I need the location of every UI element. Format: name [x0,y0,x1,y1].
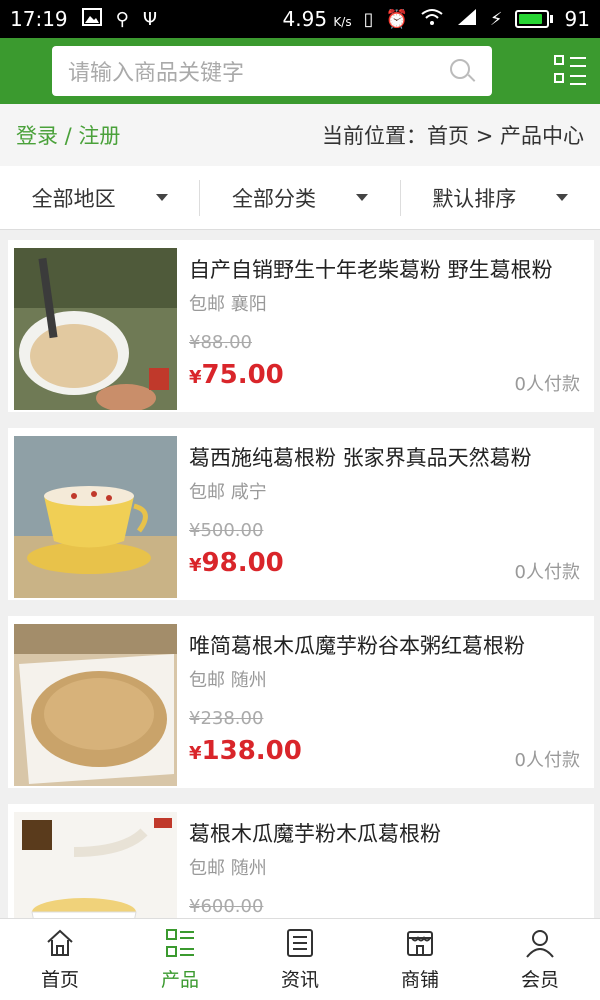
product-card[interactable]: 自产自销野生十年老柴葛粉 野生葛根粉 包邮 襄阳 ¥88.00 ¥75.00 0… [8,240,594,412]
product-meta: 包邮 随州 [189,858,267,879]
bottom-tab-bar: 首页 产品 资讯 商铺 会员 [0,918,600,1000]
charging-icon: ⚡ [489,8,503,30]
alarm-icon: ⏰ [385,8,408,30]
product-image[interactable] [14,248,177,410]
filter-sort[interactable]: 默认排序 [399,179,600,216]
sale-price: ¥98.00 [189,548,284,578]
tab-home[interactable]: 首页 [0,919,120,1000]
status-time: 17:19 [10,7,68,31]
net-speed: 4.95 K/s [282,7,352,31]
search-placeholder: 请输入商品关键字 [68,61,245,86]
product-card[interactable]: 唯简葛根木瓜魔芋粉谷本粥红葛根粉 包邮 随州 ¥238.00 ¥138.00 0… [8,616,594,788]
search-input[interactable]: 请输入商品关键字 [52,46,492,96]
category-menu-icon[interactable] [552,53,588,89]
battery-level: 91 [564,7,590,31]
product-card[interactable]: 葛根木瓜魔芋粉木瓜葛根粉 包邮 随州 ¥600.00 [8,804,594,918]
original-price: ¥238.00 [189,708,264,729]
product-card[interactable]: 葛西施纯葛根粉 张家界真品天然葛粉 包邮 咸宁 ¥500.00 ¥98.00 0… [8,428,594,600]
product-meta: 包邮 随州 [189,670,267,691]
status-bar: 17:19 ⚲ Ψ 4.95 K/s ▯ ⏰ ⚡ 91 [0,0,600,38]
filter-category[interactable]: 全部分类 [199,179,399,216]
sale-price: ¥75.00 [189,360,284,390]
original-price: ¥500.00 [189,520,264,541]
product-list: 自产自销野生十年老柴葛粉 野生葛根粉 包邮 襄阳 ¥88.00 ¥75.00 0… [0,230,600,918]
caret-down-icon [155,194,168,201]
list-icon [166,929,194,957]
wifi-icon [420,8,444,31]
current-location: 当前位置：首页 > 产品中心 [322,124,584,148]
login-register-link[interactable]: 登录 / 注册 [16,120,120,150]
original-price: ¥88.00 [189,332,252,353]
user-icon [526,930,554,958]
usb-debug-icon: ⚲ [115,8,129,30]
filter-region[interactable]: 全部地区 [0,180,199,216]
tab-home-label: 首页 [40,969,79,991]
product-title[interactable]: 葛根木瓜魔芋粉木瓜葛根粉 [189,818,588,848]
original-price: ¥600.00 [189,896,264,917]
battery-icon [514,10,553,28]
product-image[interactable] [14,436,177,598]
product-meta: 包邮 襄阳 [189,294,267,315]
tab-products[interactable]: 产品 [120,919,240,1000]
vibrate-icon: ▯ [363,8,374,30]
filter-bar: 全部地区 全部分类 默认排序 [0,166,600,230]
search-icon[interactable] [448,57,476,85]
tab-member-label: 会员 [520,969,559,991]
tab-member[interactable]: 会员 [480,919,600,1000]
filter-sort-label: 默认排序 [432,186,517,211]
tab-products-label: 产品 [160,969,199,991]
tab-shops-label: 商铺 [400,969,439,991]
home-icon [47,929,73,956]
usb-icon: Ψ [142,8,157,30]
filter-region-label: 全部地区 [31,186,116,211]
sale-price: ¥138.00 [189,736,302,766]
caret-down-icon [355,194,368,201]
tab-shops[interactable]: 商铺 [360,919,480,1000]
caret-down-icon [556,194,569,201]
shop-icon [407,931,433,956]
filter-category-label: 全部分类 [231,186,316,211]
signal-icon [456,8,478,31]
image-icon [81,7,102,31]
tab-news[interactable]: 资讯 [240,919,360,1000]
product-title[interactable]: 葛西施纯葛根粉 张家界真品天然葛粉 [189,442,588,472]
product-image[interactable] [14,624,177,786]
paid-count: 0人付款 [514,562,580,583]
tab-news-label: 资讯 [280,969,319,991]
product-image[interactable] [14,812,177,918]
news-icon [287,929,313,957]
app-header: 请输入商品关键字 [0,38,600,104]
breadcrumb: 登录 / 注册 当前位置：首页 > 产品中心 [0,104,600,166]
paid-count: 0人付款 [514,374,580,395]
product-title[interactable]: 自产自销野生十年老柴葛粉 野生葛根粉 [189,254,588,284]
paid-count: 0人付款 [514,750,580,771]
product-meta: 包邮 咸宁 [189,482,267,503]
product-title[interactable]: 唯简葛根木瓜魔芋粉谷本粥红葛根粉 [189,630,588,660]
